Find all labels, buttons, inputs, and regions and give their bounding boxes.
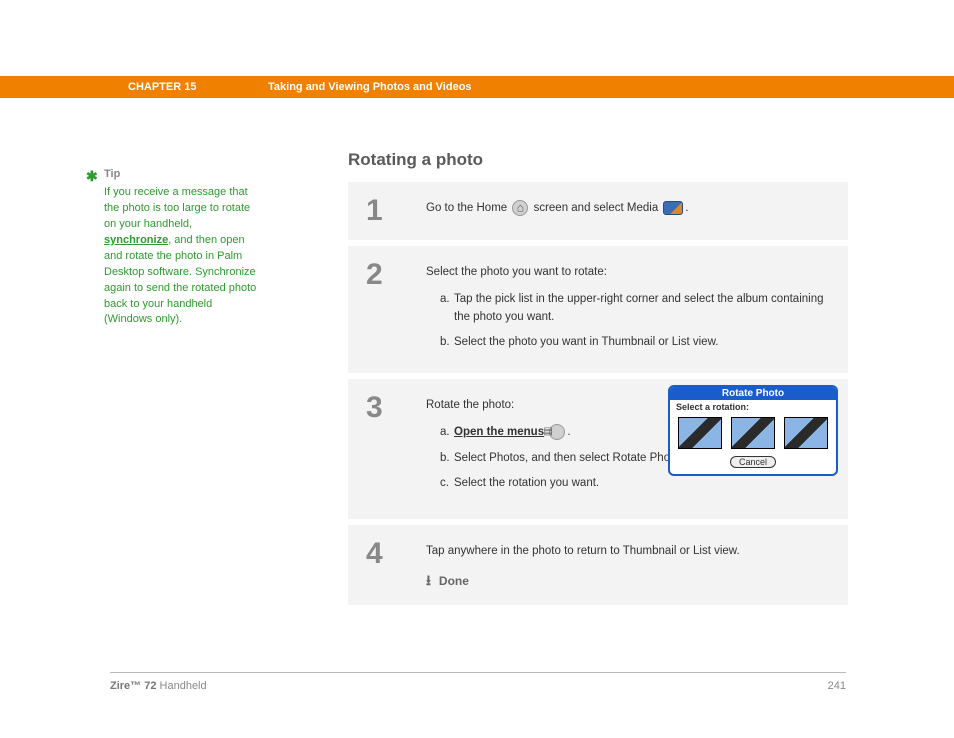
product-name: Zire™ 72	[110, 680, 156, 692]
cancel-button[interactable]: Cancel	[730, 456, 776, 468]
step3-c: c.Select the rotation you want.	[440, 475, 830, 492]
step1-text-c: .	[685, 202, 688, 214]
done-row: ⭳ Done	[426, 570, 830, 591]
menu-icon	[549, 424, 565, 440]
done-label: Done	[439, 572, 469, 590]
step2-a: a.Tap the pick list in the upper-right c…	[440, 291, 830, 326]
step2-b: b.Select the photo you want in Thumbnail…	[440, 334, 830, 351]
step-1: 1 Go to the Home screen and select Media…	[348, 182, 848, 240]
step1-text-a: Go to the Home	[426, 202, 510, 214]
rotation-option[interactable]	[731, 417, 775, 449]
footer: Zire™ 72 Handheld 241	[110, 680, 846, 692]
dialog-subtitle: Select a rotation:	[670, 400, 836, 414]
asterisk-icon: ✱	[86, 166, 98, 186]
step4-text: Tap anywhere in the photo to return to T…	[426, 543, 830, 560]
tip-title: Tip	[104, 167, 259, 183]
step-4: 4 Tap anywhere in the photo to return to…	[348, 525, 848, 605]
page-number: 241	[828, 680, 846, 692]
product-suffix: Handheld	[156, 680, 206, 692]
step-number: 2	[366, 260, 426, 290]
step2-intro: Select the photo you want to rotate:	[426, 264, 830, 281]
section-title: Rotating a photo	[348, 150, 848, 170]
tip-text-after: , and then open and rotate the photo in …	[104, 234, 256, 326]
media-icon	[663, 201, 683, 215]
step1-text-b: screen and select Media	[530, 202, 661, 214]
synchronize-link[interactable]: synchronize	[104, 234, 168, 246]
step-3: 3 Rotate the photo: a.Open the menus . b…	[348, 379, 848, 519]
step-number: 1	[366, 196, 426, 226]
step-number: 3	[366, 393, 426, 423]
footer-product: Zire™ 72 Handheld	[110, 680, 207, 692]
rotate-photo-dialog: Rotate Photo Select a rotation: Cancel	[668, 385, 838, 476]
step-2: 2 Select the photo you want to rotate: a…	[348, 246, 848, 373]
done-arrow-icon: ⭳	[426, 570, 431, 591]
dialog-title: Rotate Photo	[670, 387, 836, 400]
open-menus-link[interactable]: Open the menus	[454, 426, 544, 438]
chapter-header: CHAPTER 15 Taking and Viewing Photos and…	[0, 76, 954, 98]
step-number: 4	[366, 539, 426, 569]
home-icon	[512, 200, 528, 216]
step-content: Select the photo you want to rotate: a.T…	[426, 260, 830, 359]
step-content: Tap anywhere in the photo to return to T…	[426, 539, 830, 591]
footer-divider	[110, 672, 846, 673]
rotation-option[interactable]	[678, 417, 722, 449]
chapter-title: Taking and Viewing Photos and Videos	[268, 81, 472, 93]
rotation-thumbnails	[670, 414, 836, 452]
main-content: Rotating a photo 1 Go to the Home screen…	[348, 150, 848, 611]
chapter-label: CHAPTER 15	[128, 81, 268, 93]
tip-text-before: If you receive a message that the photo …	[104, 186, 250, 230]
tip-box: ✱ Tip If you receive a message that the …	[104, 167, 259, 328]
rotation-option[interactable]	[784, 417, 828, 449]
step-content: Go to the Home screen and select Media .	[426, 196, 830, 217]
dialog-footer: Cancel	[670, 452, 836, 474]
